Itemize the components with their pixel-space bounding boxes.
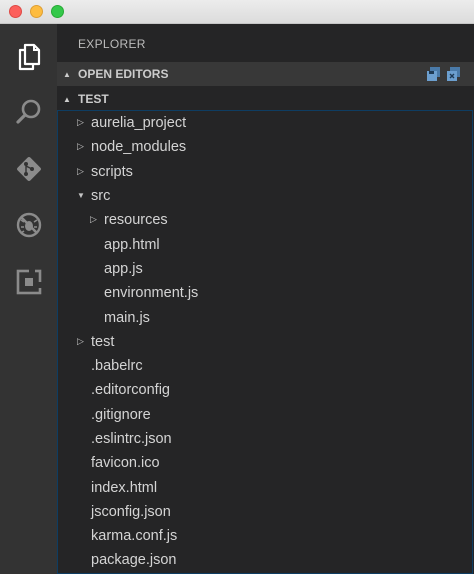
close-all-icon[interactable] (446, 66, 462, 85)
tree-file-row[interactable]: .gitignore (57, 403, 474, 427)
open-editors-header[interactable]: ▲ OPEN EDITORS (57, 62, 474, 86)
collapse-caret-icon: ▲ (63, 69, 71, 79)
files-icon[interactable] (14, 42, 44, 72)
tree-item-label: resources (104, 212, 168, 229)
maximize-window-button[interactable] (51, 5, 64, 18)
tree-item-label: app.js (104, 260, 143, 277)
workspace-header[interactable]: ▲ TEST (57, 87, 474, 111)
tree-file-row[interactable]: favicon.ico (57, 451, 474, 475)
chevron-right-icon[interactable]: ▷ (90, 214, 100, 225)
tree-item-label: app.html (104, 236, 160, 253)
tree-file-row[interactable]: .eslintrc.json (57, 427, 474, 451)
vscode-window: EXPLORER ▲ OPEN EDITORS ▲ TEST ▷ aurelia… (0, 0, 474, 574)
tree-item-label: test (91, 333, 115, 350)
tree-item-label: node_modules (91, 139, 187, 156)
tree-file-row[interactable]: app.js (57, 257, 474, 281)
tree-item-label: aurelia_project (91, 115, 187, 132)
tree-item-label: src (91, 188, 111, 205)
tree-file-row[interactable]: package.json (57, 548, 474, 572)
tree-file-row[interactable]: .editorconfig (57, 378, 474, 402)
workspace-label: TEST (78, 92, 109, 106)
title-bar (0, 0, 474, 24)
chevron-right-icon[interactable]: ▷ (77, 117, 87, 128)
tree-file-row[interactable]: main.js (57, 305, 474, 329)
tree-file-row[interactable]: jsconfig.json (57, 500, 474, 524)
tree-file-row[interactable]: .babelrc (57, 354, 474, 378)
chevron-down-icon[interactable]: ▼ (77, 191, 87, 200)
tree-item-label: .gitignore (91, 406, 151, 423)
activity-bar (0, 24, 57, 574)
extensions-icon[interactable] (14, 267, 44, 297)
tree-folder-row[interactable]: ▼ src (57, 184, 474, 208)
tree-item-label: package.json (91, 552, 177, 569)
explorer-sidebar: EXPLORER ▲ OPEN EDITORS ▲ TEST ▷ aurelia… (57, 24, 474, 574)
chevron-right-icon[interactable]: ▷ (77, 141, 87, 152)
tree-folder-row[interactable]: ▷ test (57, 330, 474, 354)
chevron-right-icon[interactable]: ▷ (77, 336, 87, 347)
tree-file-row[interactable]: app.html (57, 232, 474, 256)
tree-item-label: favicon.ico (91, 455, 160, 472)
tree-folder-row[interactable]: ▷ aurelia_project (57, 111, 474, 135)
tree-item-label: environment.js (104, 285, 199, 302)
tree-folder-row[interactable]: ▷ resources (57, 208, 474, 232)
tree-file-row[interactable]: karma.conf.js (57, 524, 474, 548)
git-icon[interactable] (14, 154, 44, 184)
tree-file-row[interactable]: index.html (57, 475, 474, 499)
explorer-title: EXPLORER (78, 37, 146, 51)
tree-file-row[interactable]: environment.js (57, 281, 474, 305)
tree-item-label: index.html (91, 479, 158, 496)
open-editors-label: OPEN EDITORS (78, 67, 169, 81)
tree-item-label: .eslintrc.json (91, 431, 172, 447)
tree-item-label: .editorconfig (91, 382, 170, 399)
tree-item-label: karma.conf.js (91, 528, 178, 545)
close-window-button[interactable] (9, 5, 22, 18)
tree-folder-row[interactable]: ▷ node_modules (57, 135, 474, 159)
tree-item-label: .babelrc (91, 358, 143, 375)
tree-item-label: main.js (104, 309, 150, 326)
save-all-icon[interactable] (426, 66, 442, 85)
chevron-right-icon[interactable]: ▷ (77, 166, 87, 177)
tree-item-label: jsconfig.json (91, 503, 171, 520)
tree-folder-row[interactable]: ▷ scripts (57, 160, 474, 184)
file-tree: ▷ aurelia_project ▷ node_modules ▷ scripts ▼ sr… (57, 111, 474, 573)
search-icon[interactable] (14, 97, 44, 127)
minimize-window-button[interactable] (30, 5, 43, 18)
debug-icon[interactable] (14, 210, 44, 240)
tree-item-label: scripts (91, 163, 133, 180)
collapse-caret-icon: ▲ (63, 94, 71, 104)
